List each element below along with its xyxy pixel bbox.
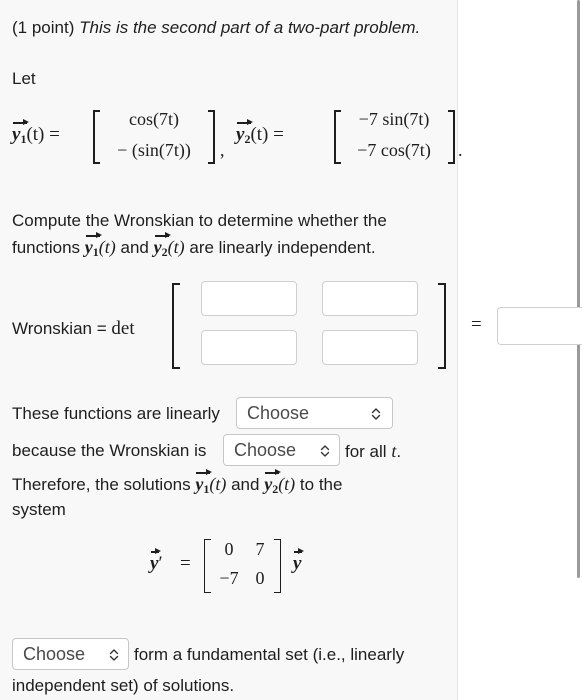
y-prime-symbol: y	[150, 548, 163, 574]
y1-inline-symbol: y1	[84, 232, 102, 259]
chevron-updown-icon	[320, 445, 330, 457]
y2-row2: −7 cos(7t)	[357, 140, 431, 160]
wronskian-select-value: Choose	[234, 440, 297, 460]
system-equals: =	[180, 553, 191, 574]
y2-right-bracket	[448, 110, 455, 164]
system-lhs: y′	[150, 548, 163, 574]
linearly-select-value: Choose	[247, 403, 310, 423]
y1-lhs: y1(t) =	[12, 119, 60, 146]
statement-independent: independent set) of solutions.	[12, 676, 235, 695]
system-right-bracket	[274, 539, 281, 593]
statement-solutions: Therefore, the solutions y1(t) and y2(t)…	[12, 469, 343, 496]
wronskian-r2c1-input[interactable]	[201, 330, 297, 365]
wronskian-select[interactable]: Choose	[223, 434, 340, 466]
wronskian-right-bracket	[438, 283, 446, 369]
wronskian-result-input[interactable]	[497, 307, 582, 345]
statement-for-all: for all t.	[345, 441, 402, 461]
problem-title: This is the second part of a two-part pr…	[79, 18, 421, 37]
wronskian-r1c1-input[interactable]	[201, 281, 297, 316]
y1-left-bracket	[93, 110, 100, 164]
statement-system: system	[12, 500, 66, 519]
system-matrix-r2c2: 0	[255, 568, 265, 588]
wronskian-left-bracket	[172, 283, 180, 369]
wronskian-label: Wronskian = det	[12, 318, 135, 339]
linearly-select[interactable]: Choose	[236, 397, 393, 429]
y-vector-symbol: y	[293, 548, 306, 574]
let-label: Let	[12, 69, 36, 88]
fundamental-select[interactable]: Choose	[12, 638, 129, 670]
scrollbar[interactable]	[577, 0, 580, 578]
chevron-updown-icon	[109, 649, 119, 661]
y2-lhs: y2(t) =	[236, 119, 284, 146]
point-value: (1 point)	[12, 18, 75, 37]
fundamental-select-value: Choose	[23, 644, 86, 664]
y1-symbol: y1	[12, 119, 30, 146]
y2-inline-symbol-2: y2	[264, 469, 282, 496]
wronskian-equals: =	[471, 314, 482, 335]
statement-fundamental: form a fundamental set (i.e., linearly	[134, 645, 405, 664]
instruction-line-1: Compute the Wronskian to determine wheth…	[12, 211, 387, 230]
problem-header: (1 point) This is the second part of a t…	[12, 18, 420, 38]
y1-right-bracket	[208, 110, 215, 164]
system-rhs: y	[293, 548, 306, 575]
wronskian-r2c2-input[interactable]	[322, 330, 418, 365]
system-left-bracket	[204, 539, 211, 593]
chevron-updown-icon	[371, 408, 381, 420]
vector-period: .	[458, 140, 463, 160]
y2-inline-symbol: y2	[153, 232, 171, 259]
y2-row1: −7 sin(7t)	[358, 109, 430, 129]
wronskian-r1c2-input[interactable]	[322, 281, 418, 316]
statement-wronskian: because the Wronskian is	[12, 441, 207, 460]
y1-inline-symbol-2: y1	[195, 469, 213, 496]
system-matrix-r1c2: 7	[255, 539, 265, 559]
statement-linearly: These functions are linearly	[12, 404, 220, 423]
instruction-line-2: functions y1(t) and y2(t) are linearly i…	[12, 232, 376, 259]
y2-symbol: y2	[236, 119, 254, 146]
y1-row1: cos(7t)	[129, 109, 179, 129]
vector-comma: ,	[220, 140, 225, 160]
system-matrix-r1c1: 0	[224, 539, 234, 559]
system-matrix-r2c1: −7	[219, 568, 239, 588]
y1-row2: − (sin(7t))	[117, 140, 191, 160]
